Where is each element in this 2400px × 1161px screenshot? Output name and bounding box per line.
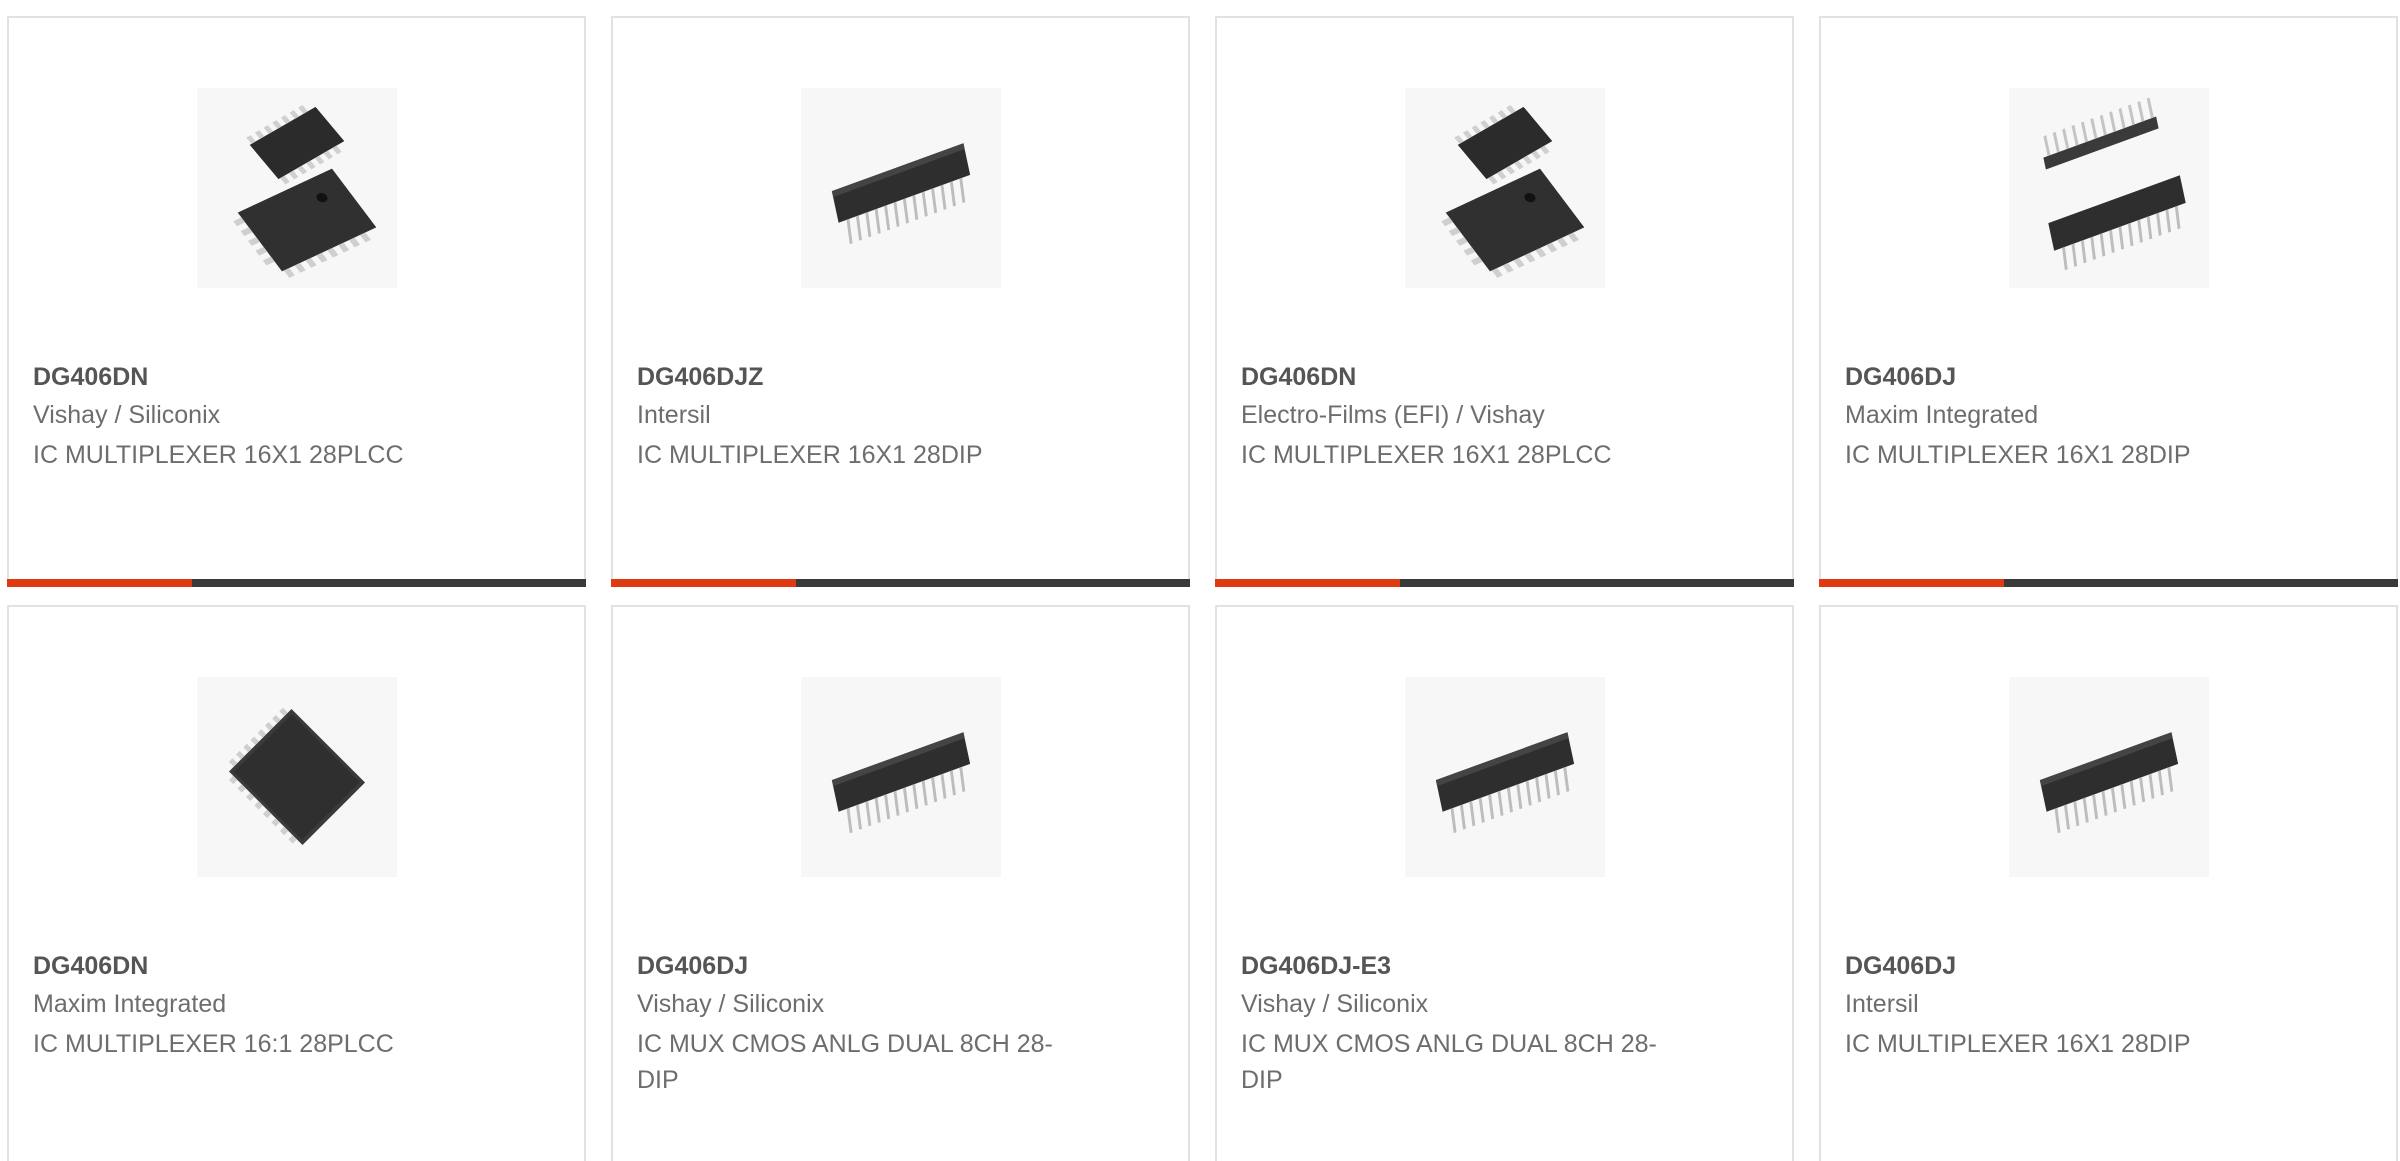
manufacturer: Maxim Integrated [1845,401,2039,429]
manufacturer: Intersil [637,401,711,429]
card-progress-bar [1215,579,1794,587]
manufacturer: Maxim Integrated [33,990,227,1018]
manufacturer: Electro-Films (EFI) / Vishay [1241,401,1545,429]
dip-chip-icon [800,677,1001,877]
card-progress-accent [7,579,192,587]
part-number[interactable]: DG406DN [33,952,148,981]
product-grid: DG406DN Vishay / Siliconix IC MULTIPLEXE… [0,0,2400,1161]
description: IC MUX CMOS ANLG DUAL 8CH 28-DIP [637,1030,1053,1094]
plcc-chip-pair-icon [1404,88,1605,288]
product-card[interactable]: DG406DJZ Intersil IC MULTIPLEXER 16X1 28… [611,16,1190,587]
product-card[interactable]: DG406DN Vishay / Siliconix IC MULTIPLEXE… [7,16,586,587]
manufacturer: Vishay / Siliconix [33,401,221,429]
product-card[interactable]: DG406DJ Maxim Integrated IC MULTIPLEXER … [1819,16,2398,587]
manufacturer: Vishay / Siliconix [637,990,825,1018]
part-number[interactable]: DG406DN [33,363,148,392]
card-progress-bar [1819,579,2398,587]
product-card[interactable]: DG406DJ Vishay / Siliconix IC MUX CMOS A… [611,605,1190,1161]
dip-chip-icon [1404,677,1605,877]
part-number[interactable]: DG406DJZ [637,363,763,392]
part-number[interactable]: DG406DJ [1845,952,1956,981]
card-progress-accent [1215,579,1400,587]
card-progress-accent [611,579,796,587]
description: IC MULTIPLEXER 16X1 28PLCC [33,441,404,469]
plcc-chip-pair-icon [196,88,397,288]
description: IC MULTIPLEXER 16X1 28DIP [1845,441,2191,469]
dip-chip-pair-icon [2008,88,2209,288]
part-number[interactable]: DG406DJ-E3 [1241,952,1391,981]
plcc-chip-icon [196,677,397,877]
dip-chip-icon [800,88,1001,288]
card-progress-bar [7,579,586,587]
part-number[interactable]: DG406DJ [637,952,748,981]
description: IC MULTIPLEXER 16:1 28PLCC [33,1030,394,1058]
product-card[interactable]: DG406DN Maxim Integrated IC MULTIPLEXER … [7,605,586,1161]
manufacturer: Intersil [1845,990,1919,1018]
part-number[interactable]: DG406DJ [1845,363,1956,392]
description: IC MULTIPLEXER 16X1 28PLCC [1241,441,1612,469]
description: IC MUX CMOS ANLG DUAL 8CH 28-DIP [1241,1030,1657,1094]
card-progress-bar [611,579,1190,587]
card-progress-accent [1819,579,2004,587]
part-number[interactable]: DG406DN [1241,363,1356,392]
dip-chip-icon [2008,677,2209,877]
product-card[interactable]: DG406DJ Intersil IC MULTIPLEXER 16X1 28D… [1819,605,2398,1161]
description: IC MULTIPLEXER 16X1 28DIP [637,441,983,469]
manufacturer: Vishay / Siliconix [1241,990,1429,1018]
product-card[interactable]: DG406DJ-E3 Vishay / Siliconix IC MUX CMO… [1215,605,1794,1161]
product-card[interactable]: DG406DN Electro-Films (EFI) / Vishay IC … [1215,16,1794,587]
description: IC MULTIPLEXER 16X1 28DIP [1845,1030,2191,1058]
